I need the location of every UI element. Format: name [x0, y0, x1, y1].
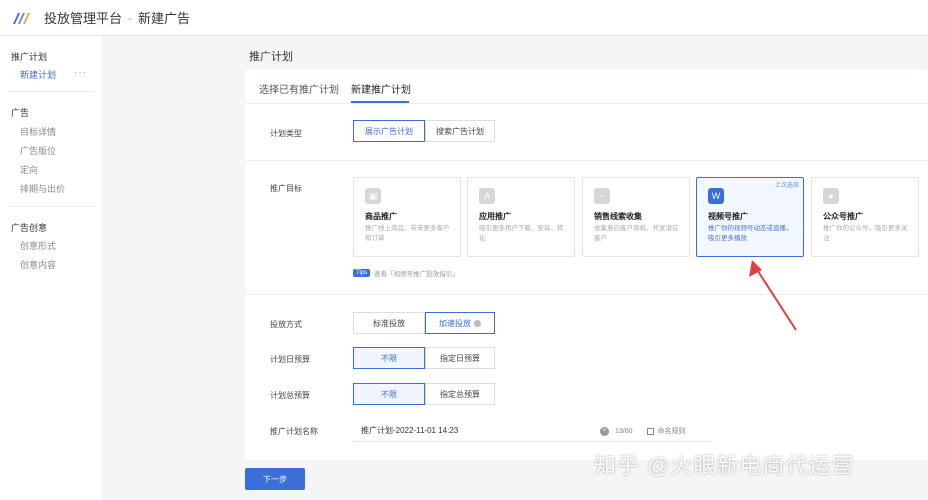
delivery-accelerated-label: 加速投放	[439, 318, 471, 328]
goal-card-desc: 推广线上商品，带来更多客户和订单	[365, 225, 450, 242]
plan-type-label: 计划类型	[270, 129, 302, 138]
next-step-button[interactable]: 下一步	[245, 468, 305, 490]
breadcrumb-current: 新建广告	[138, 11, 191, 26]
user-profile-icon: ●	[823, 188, 839, 204]
naming-rule-icon[interactable]	[646, 427, 654, 435]
app-store-icon: A	[479, 188, 495, 204]
total-budget-label: 计划总预算	[270, 391, 310, 400]
watermark-text: 知乎 @火眼新电商代运营	[594, 453, 855, 478]
page-title: 推广计划	[249, 51, 293, 63]
top-bar: 投放管理平台 - 新建广告	[0, 0, 928, 36]
app-logo-icon	[13, 12, 30, 24]
total-budget-specify-button[interactable]: 指定总预算	[425, 383, 495, 405]
tips-badge: Tips	[353, 269, 371, 277]
char-counter: 13/60	[615, 427, 633, 435]
sidebar-item-creative-format[interactable]: 创意形式	[0, 239, 56, 252]
goal-card-desc: 推广你的视频号动态或直播，吸引更多播放	[708, 225, 793, 242]
goal-card-official-account[interactable]: ● 公众号推广 推广你的公众号，吸引更多关注	[811, 177, 919, 257]
clear-icon[interactable]: ×	[600, 426, 609, 436]
total-budget-unlimited-button[interactable]: 不限	[353, 383, 425, 405]
naming-rule-link[interactable]: 命名规则	[658, 426, 686, 436]
sidebar-item-new-plan[interactable]: 新建计划	[0, 68, 56, 81]
goal-card-title: 销售线索收集	[594, 212, 642, 221]
plan-name-label: 推广计划名称	[270, 427, 318, 436]
sidebar-divider	[8, 206, 95, 207]
goal-label: 推广目标	[270, 184, 302, 193]
sidebar-item-ad-placement[interactable]: 广告版位	[0, 144, 56, 157]
delivery-accelerated-button[interactable]: 加速投放	[425, 312, 495, 334]
delivery-label: 投放方式	[270, 320, 302, 329]
section-divider	[245, 294, 928, 295]
active-tab-indicator	[351, 101, 409, 103]
app-title: 投放管理平台	[44, 11, 123, 26]
goal-card-title: 视频号推广	[708, 212, 748, 221]
plan-panel: 选择已有推广计划 新建推广计划 计划类型 展示广告计划 搜索广告计划 推广目标 …	[245, 70, 928, 460]
goal-card-desc: 推广你的公众号，吸引更多关注	[823, 225, 908, 242]
sidebar-item-targeting[interactable]: 定向	[0, 163, 38, 176]
sidebar-item-target-detail[interactable]: 目标详情	[0, 125, 56, 138]
goal-card-channels[interactable]: 上次选择 W 视频号推广 推广你的视频号动态或直播，吸引更多播放	[696, 177, 804, 257]
tips-link[interactable]: 查看「视频号推广投放指引」	[374, 268, 459, 278]
leads-chart-icon: ~	[594, 188, 610, 204]
sidebar: 推广计划 新建计划 ··· 广告 目标详情 广告版位 定向 排期与出价 广告创意…	[0, 36, 103, 500]
help-icon[interactable]	[474, 319, 481, 327]
daily-budget-label: 计划日预算	[270, 355, 310, 364]
goal-card-title: 应用推广	[479, 212, 511, 221]
last-selected-tag: 上次选择	[774, 183, 799, 189]
more-options-icon[interactable]: ···	[74, 67, 87, 78]
goal-card-desc: 吸引更多用户下载、安装、转化	[479, 225, 564, 242]
goal-card-product[interactable]: ▣ 商品推广 推广线上商品，带来更多客户和订单	[353, 177, 461, 257]
section-divider	[245, 160, 928, 161]
daily-budget-specify-button[interactable]: 指定日预算	[425, 347, 495, 369]
plan-type-search-button[interactable]: 搜索广告计划	[425, 120, 495, 142]
goal-card-title: 公众号推广	[823, 212, 863, 221]
tips-row: Tips 查看「视频号推广投放指引」	[353, 268, 459, 278]
breadcrumb-separator: -	[128, 10, 133, 25]
sidebar-item-schedule-bid[interactable]: 排期与出价	[0, 182, 65, 195]
delivery-standard-button[interactable]: 标准投放	[353, 312, 425, 334]
plan-type-display-button[interactable]: 展示广告计划	[353, 120, 425, 142]
sidebar-group-plan[interactable]: 推广计划	[0, 50, 47, 63]
goal-card-desc: 收集意向客户商机，开发潜在客户	[594, 225, 679, 242]
video-channel-icon: W	[708, 188, 724, 204]
goal-card-app[interactable]: A 应用推广 吸引更多用户下载、安装、转化	[467, 177, 575, 257]
tab-select-existing-plan[interactable]: 选择已有推广计划	[259, 81, 339, 96]
sidebar-group-ad[interactable]: 广告	[0, 106, 29, 119]
goal-card-leads[interactable]: ~ 销售线索收集 收集意向客户商机，开发潜在客户	[582, 177, 690, 257]
sidebar-item-creative-content[interactable]: 创意内容	[0, 258, 56, 271]
tab-new-plan[interactable]: 新建推广计划	[351, 81, 411, 96]
sidebar-group-creative[interactable]: 广告创意	[0, 221, 47, 234]
sidebar-divider	[8, 91, 95, 92]
shopping-bag-icon: ▣	[365, 188, 381, 204]
goal-card-title: 商品推广	[365, 212, 397, 221]
daily-budget-unlimited-button[interactable]: 不限	[353, 347, 425, 369]
tab-bar: 选择已有推广计划 新建推广计划	[245, 70, 928, 104]
plan-name-meta: × 13/60 命名规则	[600, 426, 686, 436]
